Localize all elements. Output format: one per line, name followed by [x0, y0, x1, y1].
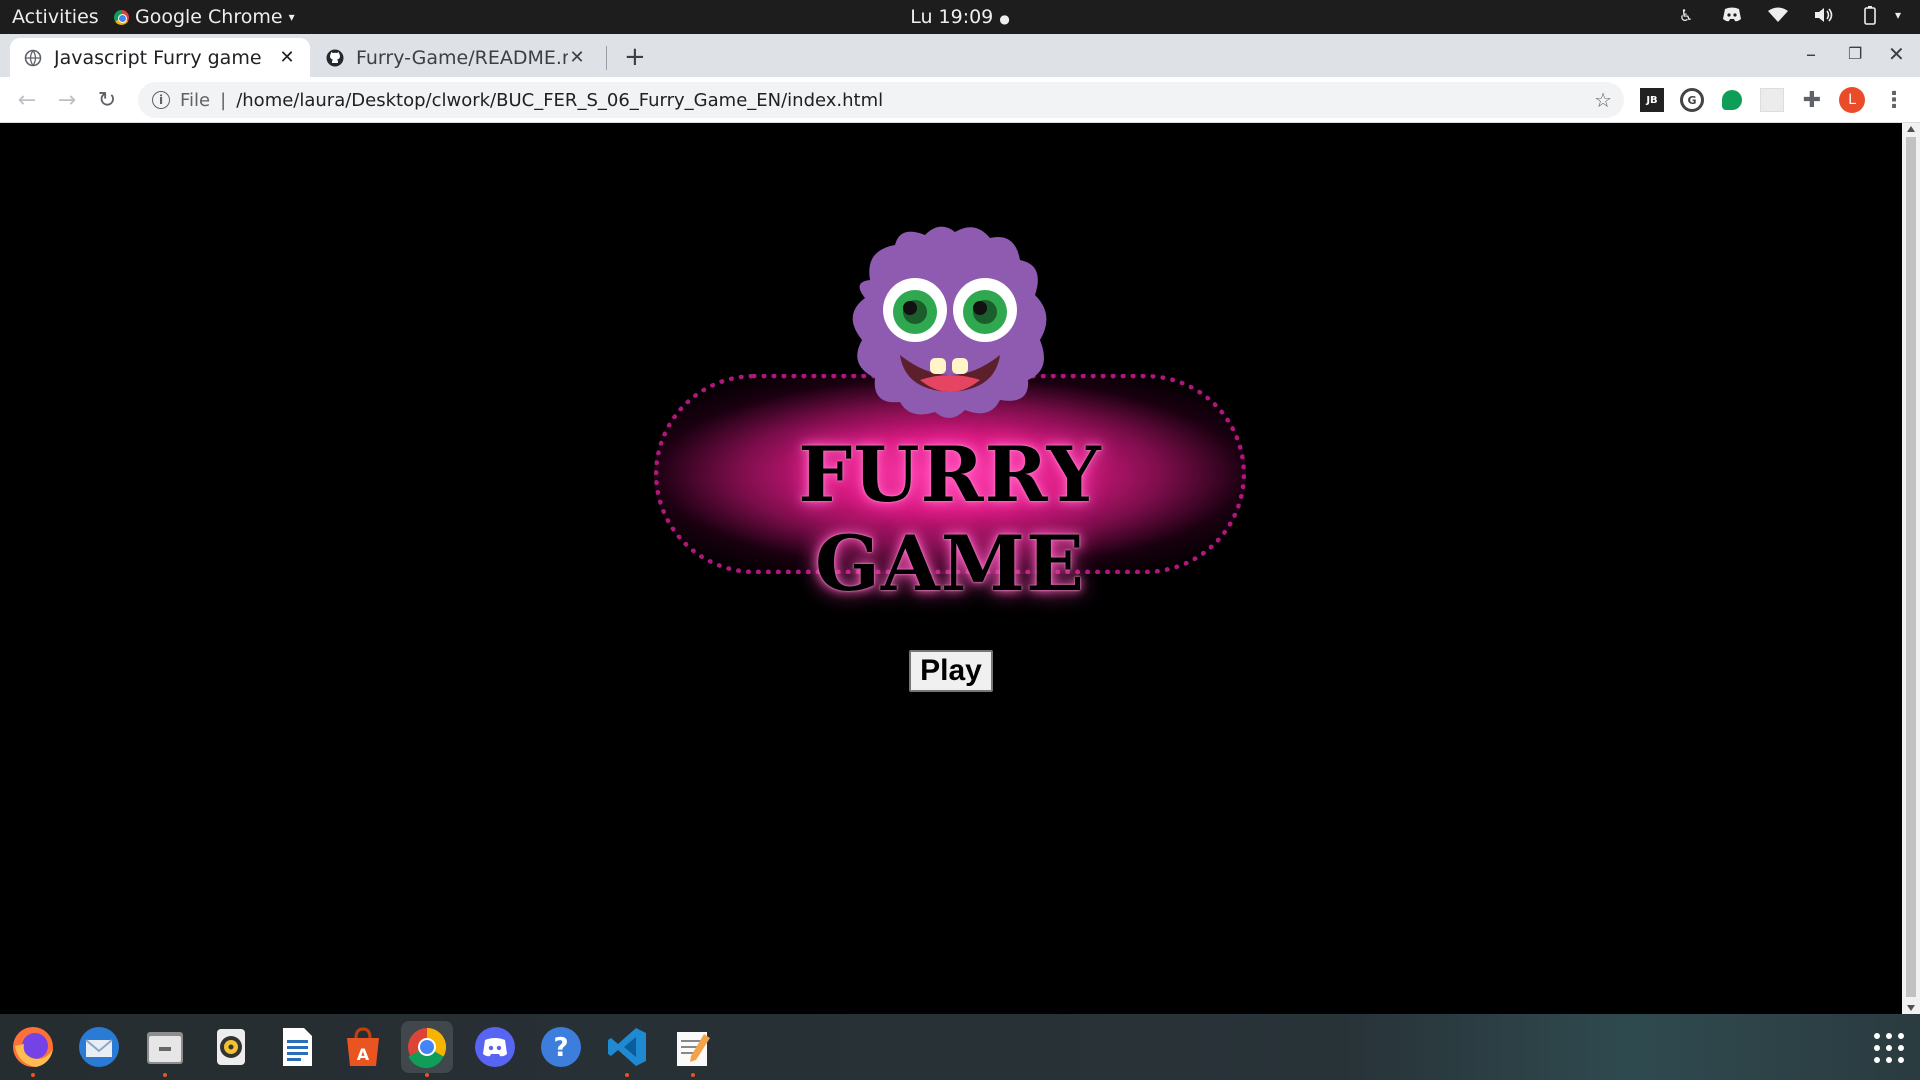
address-scheme: File — [180, 89, 211, 111]
tab-title: Javascript Furry game — [54, 46, 262, 69]
writer-icon[interactable] — [271, 1021, 323, 1073]
text-editor-icon[interactable] — [667, 1021, 719, 1077]
software-icon[interactable]: A — [337, 1021, 389, 1073]
reload-icon[interactable]: ↻ — [92, 85, 122, 115]
system-tray: ♿︎ ▾ — [1676, 5, 1908, 25]
grammarly-extension-icon[interactable]: G — [1680, 88, 1704, 112]
running-indicator — [691, 1073, 695, 1077]
thunderbird-icon[interactable] — [73, 1021, 125, 1073]
svg-text:?: ? — [553, 1033, 568, 1063]
wifi-icon[interactable] — [1768, 5, 1788, 25]
extensions-puzzle-icon[interactable]: ✚ — [1800, 88, 1824, 113]
furry-monster-icon — [852, 226, 1047, 419]
accessibility-icon[interactable]: ♿︎ — [1676, 5, 1696, 25]
vertical-scrollbar[interactable] — [1902, 123, 1920, 1014]
logo-title: FURRY GAME — [798, 430, 1102, 608]
running-indicator — [425, 1073, 429, 1077]
address-url: /home/laura/Desktop/clwork/BUC_FER_S_06_… — [236, 89, 884, 111]
show-applications-icon[interactable] — [1874, 1033, 1904, 1063]
browser-toolbar: ← → ↻ i File | /home/laura/Desktop/clwor… — [0, 77, 1920, 123]
play-button[interactable]: Play — [909, 650, 993, 692]
github-icon — [326, 49, 344, 66]
green-extension-icon[interactable] — [1722, 90, 1742, 110]
info-icon[interactable]: i — [152, 91, 170, 109]
jetbrains-extension-icon[interactable]: JB — [1640, 88, 1664, 112]
minimize-icon[interactable]: – — [1806, 42, 1816, 66]
tab-furry-game-readme[interactable]: Furry-Game/README.md ✕ — [312, 38, 600, 77]
discord-tray-icon[interactable] — [1722, 5, 1742, 25]
back-icon[interactable]: ← — [12, 85, 42, 115]
rhythmbox-icon[interactable] — [205, 1021, 257, 1073]
scroll-down-icon[interactable] — [1907, 1005, 1915, 1011]
address-divider: | — [220, 89, 227, 111]
firefox-icon[interactable] — [7, 1021, 59, 1077]
close-tab-icon[interactable]: ✕ — [278, 47, 296, 68]
forward-icon[interactable]: → — [52, 85, 82, 115]
running-indicator — [31, 1073, 35, 1077]
scroll-up-icon[interactable] — [1907, 126, 1915, 132]
discord-icon[interactable] — [469, 1021, 521, 1073]
restore-icon[interactable]: ❐ — [1848, 44, 1862, 63]
system-top-bar: Activities Google Chrome ▾ Lu 19:09 ● ♿︎… — [0, 0, 1920, 34]
profile-avatar[interactable]: L — [1839, 87, 1865, 113]
notification-dot-icon: ● — [999, 12, 1010, 26]
bookmark-star-icon[interactable]: ☆ — [1594, 88, 1612, 112]
clock-label: Lu 19:09 — [910, 6, 994, 28]
tab-separator — [606, 46, 607, 70]
volume-icon[interactable] — [1814, 5, 1834, 25]
new-tab-icon[interactable]: + — [624, 42, 646, 72]
close-tab-icon[interactable]: ✕ — [568, 47, 586, 68]
running-indicator — [625, 1073, 629, 1077]
help-icon[interactable]: ? — [535, 1021, 587, 1073]
address-bar[interactable]: i File | /home/laura/Desktop/clwork/BUC_… — [138, 82, 1624, 118]
svg-text:A: A — [357, 1045, 370, 1064]
scrollbar-thumb[interactable] — [1906, 137, 1916, 997]
power-menu-chevron-icon[interactable]: ▾ — [1888, 5, 1908, 25]
ubuntu-dock: A ? — [0, 1014, 1920, 1080]
tab-javascript-furry-game[interactable]: Javascript Furry game ✕ — [10, 38, 310, 77]
chrome-icon[interactable] — [401, 1021, 453, 1077]
tab-title: Furry-Game/README.md — [356, 46, 568, 69]
battery-icon[interactable] — [1860, 5, 1880, 25]
chrome-menu-icon[interactable]: ⋮ — [1882, 88, 1906, 113]
globe-icon — [24, 49, 42, 66]
tab-strip: Javascript Furry game ✕ Furry-Game/READM… — [0, 34, 1920, 77]
running-indicator — [163, 1073, 167, 1077]
vscode-icon[interactable] — [601, 1021, 653, 1077]
clock[interactable]: Lu 19:09 ● — [0, 6, 1920, 28]
close-window-icon[interactable]: ✕ — [1888, 42, 1905, 66]
files-icon[interactable] — [139, 1021, 191, 1077]
blank-extension-icon[interactable] — [1760, 88, 1784, 112]
